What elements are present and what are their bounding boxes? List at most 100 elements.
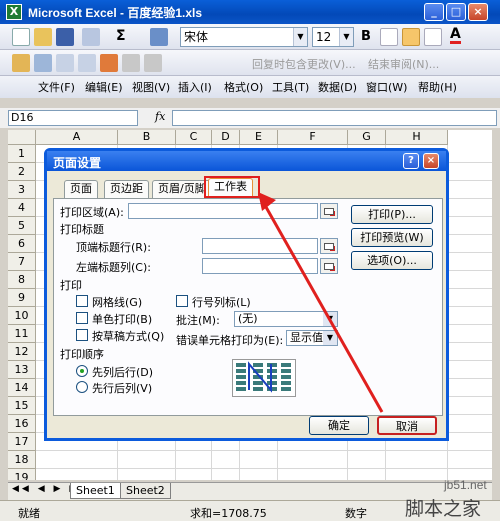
print-order-preview-icon [232,359,296,397]
print-area-input[interactable] [128,203,318,219]
menu-view[interactable]: 视图(V) [132,79,170,95]
row-header[interactable]: 18 [8,451,36,469]
menu-edit[interactable]: 编辑(E) [85,79,123,95]
gridlines-label: 网格线(G) [92,296,143,309]
maximize-button[interactable]: □ [446,3,466,21]
row-header[interactable]: 16 [8,415,36,433]
row-header[interactable]: 4 [8,199,36,217]
row-header[interactable]: 17 [8,433,36,451]
collapse-dialog-icon[interactable] [320,203,338,219]
tab-header-footer[interactable]: 页眉/页脚 [152,180,212,198]
align-left-icon[interactable] [380,28,398,46]
sheet-tab-sheet2[interactable]: Sheet2 [120,483,171,499]
row-header[interactable]: 9 [8,289,36,307]
draft-checkbox[interactable] [76,329,88,341]
folder-icon[interactable] [12,54,30,72]
menu-tools[interactable]: 工具(T) [272,79,309,95]
row-header[interactable]: 10 [8,307,36,325]
column-header[interactable]: G [348,130,386,145]
collapse-dialog-icon[interactable] [320,258,338,274]
column-header[interactable]: B [118,130,176,145]
menu-bar: 文件(F) 编辑(E) 视图(V) 插入(I) 格式(O) 工具(T) 数据(D… [0,76,500,98]
options-button[interactable]: 选项(O)... [351,251,433,270]
standard-toolbar: Σ 宋体 ▼ 12 ▼ B A [0,24,500,50]
merge-center-icon[interactable] [424,28,442,46]
order-down-label: 先列后行(D) [92,366,154,379]
email-icon[interactable] [34,54,52,72]
column-header[interactable]: D [212,130,240,145]
comments-label: 批注(M): [176,314,220,327]
autosum-icon[interactable]: Σ [116,28,126,44]
row-header[interactable]: 3 [8,181,36,199]
sheet-tab-sheet1[interactable]: Sheet1 [70,483,121,499]
review-icon[interactable] [144,54,162,72]
gridlines-checkbox[interactable] [76,295,88,307]
reply-with-changes[interactable]: 回复时包含更改(V)... [252,56,356,72]
print-preview-button[interactable]: 打印预览(W) [351,228,433,247]
tab-sheet[interactable]: 工作表 [208,178,253,199]
row-header[interactable]: 1 [8,145,36,163]
menu-file[interactable]: 文件(F) [38,79,75,95]
menu-format[interactable]: 格式(O) [224,79,263,95]
font-color-icon[interactable]: A [450,27,461,44]
left-cols-input[interactable] [202,258,318,274]
ok-button[interactable]: 确定 [309,416,369,435]
collapse-dialog-icon[interactable] [320,238,338,254]
comments-select[interactable]: (无) ▼ [234,311,338,327]
help-button[interactable]: ? [403,153,419,169]
order-down-radio[interactable] [76,365,88,377]
chart-icon[interactable] [150,28,168,46]
select-all-corner[interactable] [8,130,36,145]
row-header[interactable]: 19 [8,469,36,480]
comment-icon-2[interactable] [78,54,96,72]
mono-checkbox[interactable] [76,312,88,324]
row-header[interactable]: 2 [8,163,36,181]
order-over-label: 先行后列(V) [92,382,153,395]
close-button[interactable]: × [468,3,488,21]
row-header[interactable]: 14 [8,379,36,397]
rowcol-checkbox[interactable] [176,295,188,307]
undo-icon[interactable] [82,28,100,46]
row-header[interactable]: 8 [8,271,36,289]
top-rows-input[interactable] [202,238,318,254]
row-header[interactable]: 6 [8,235,36,253]
grid-line [36,450,492,451]
open-icon[interactable] [34,28,52,46]
errors-select[interactable]: 显示值 ▼ [286,330,338,346]
row-header[interactable]: 15 [8,397,36,415]
grid-line [36,468,492,469]
column-header[interactable]: F [278,130,348,145]
ink-icon[interactable] [100,54,118,72]
menu-window[interactable]: 窗口(W) [366,79,407,95]
bold-button[interactable]: B [361,29,371,44]
tab-margins[interactable]: 页边距 [104,180,149,198]
name-box[interactable]: D16 [8,110,138,126]
row-header[interactable]: 5 [8,217,36,235]
end-review[interactable]: 结束审阅(N)... [368,56,439,72]
row-header[interactable]: 7 [8,253,36,271]
draft-label: 按草稿方式(Q) [92,330,165,343]
font-name-select[interactable]: 宋体 ▼ [180,27,308,47]
column-header[interactable]: E [240,130,278,145]
column-header[interactable]: C [176,130,212,145]
attach-icon[interactable] [122,54,140,72]
menu-help[interactable]: 帮助(H) [418,79,457,95]
cancel-button[interactable]: 取消 [377,416,437,435]
column-header[interactable]: A [36,130,118,145]
menu-data[interactable]: 数据(D) [318,79,357,95]
row-header[interactable]: 11 [8,325,36,343]
comment-icon[interactable] [56,54,74,72]
save-icon[interactable] [56,28,74,46]
menu-insert[interactable]: 插入(I) [178,79,212,95]
column-header[interactable]: H [386,130,448,145]
dialog-close-button[interactable]: × [423,153,439,169]
minimize-button[interactable]: _ [424,3,444,21]
tab-page[interactable]: 页面 [64,180,98,198]
row-header[interactable]: 13 [8,361,36,379]
row-header[interactable]: 12 [8,343,36,361]
order-over-radio[interactable] [76,381,88,393]
align-center-icon[interactable] [402,28,420,46]
formula-input[interactable] [172,110,497,126]
font-size-select[interactable]: 12 ▼ [312,27,354,47]
print-button[interactable]: 打印(P)... [351,205,433,224]
